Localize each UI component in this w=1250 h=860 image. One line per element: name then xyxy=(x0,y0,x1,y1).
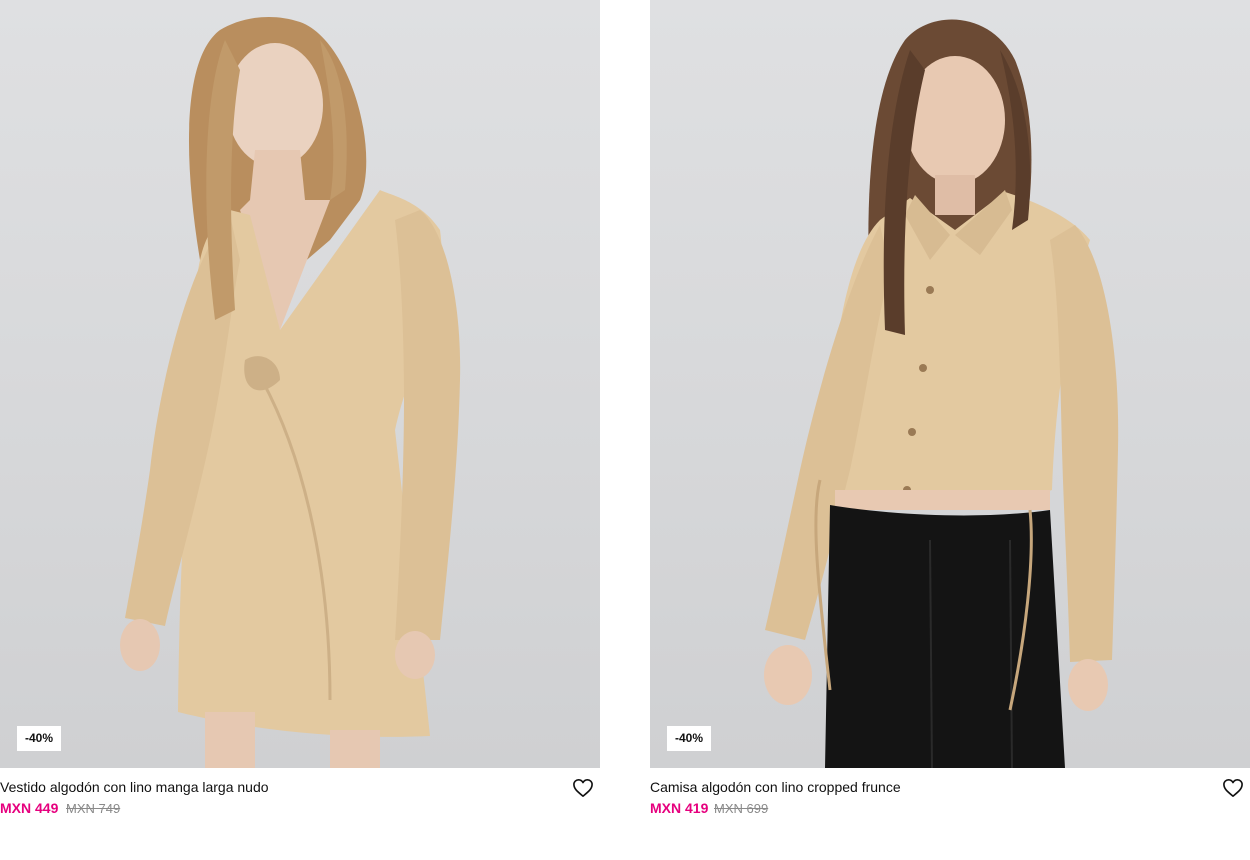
heart-icon[interactable] xyxy=(1222,778,1244,798)
product-image[interactable]: -40% xyxy=(650,0,1250,768)
sale-price: MXN 419 xyxy=(650,800,709,816)
discount-badge: -40% xyxy=(17,726,62,751)
discount-badge: -40% xyxy=(667,726,712,751)
dress-model-illustration xyxy=(120,16,461,768)
product-title[interactable]: Camisa algodón con lino cropped frunce xyxy=(650,779,901,795)
original-price: MXN 699 xyxy=(714,801,769,816)
heart-icon[interactable] xyxy=(572,778,594,798)
shirt-model-illustration xyxy=(764,19,1119,768)
sale-price: MXN 449 xyxy=(0,800,59,816)
product-card[interactable]: -40% Camisa algodón con lino cropped fru… xyxy=(650,0,1250,828)
original-price: MXN 749 xyxy=(66,801,121,816)
product-card[interactable]: -40% Vestido algodón con lino manga larg… xyxy=(0,0,600,828)
product-title[interactable]: Vestido algodón con lino manga larga nud… xyxy=(0,779,269,795)
product-image[interactable]: -40% xyxy=(0,0,600,768)
